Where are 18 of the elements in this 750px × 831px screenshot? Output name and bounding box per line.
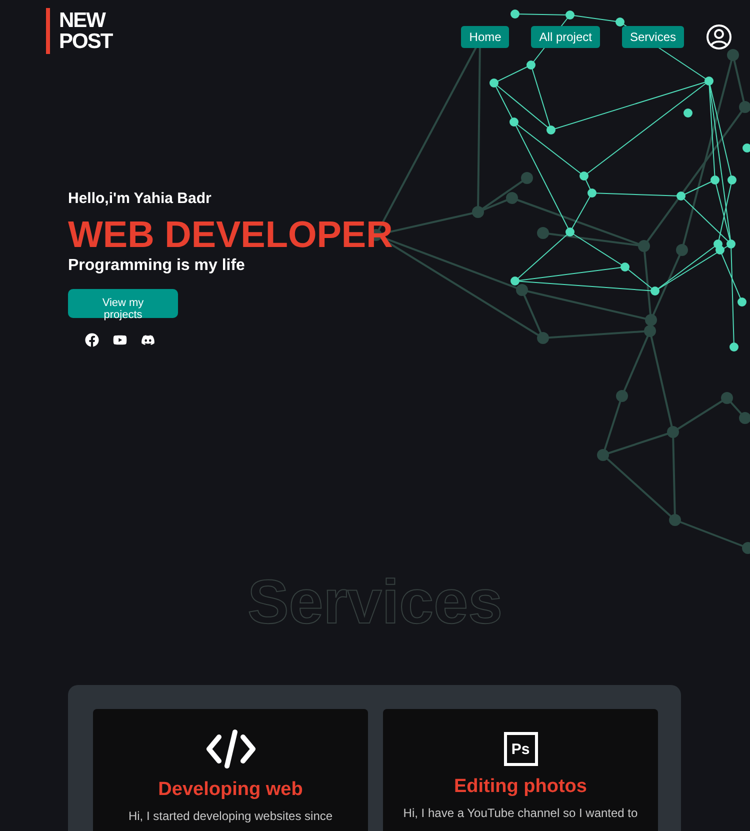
tagline: Programming is my life	[68, 257, 245, 275]
photoshop-logo: Ps	[504, 732, 538, 766]
nav-link[interactable]: All project	[531, 26, 600, 48]
code-icon	[204, 729, 256, 769]
user-icon[interactable]	[706, 24, 732, 50]
view-projects-button[interactable]: View my projects	[68, 289, 178, 318]
card-text: Hi, I started developing websites since	[128, 809, 333, 823]
hero-title: WEB DEVELOPER	[68, 213, 393, 257]
discord-icon[interactable]	[141, 333, 155, 347]
card-title: Developing web	[158, 779, 303, 801]
greeting-text: Hello,i'm Yahia Badr	[68, 190, 212, 207]
logo[interactable]: NEW POST	[46, 8, 112, 54]
nav-link[interactable]: Home	[461, 26, 510, 48]
card-title: Editing photos	[454, 776, 587, 798]
youtube-icon[interactable]	[113, 333, 127, 347]
facebook-icon[interactable]	[85, 333, 99, 347]
nav-link[interactable]: Services	[622, 26, 684, 48]
card-text: Hi, I have a YouTube channel so I wanted to	[403, 806, 638, 820]
